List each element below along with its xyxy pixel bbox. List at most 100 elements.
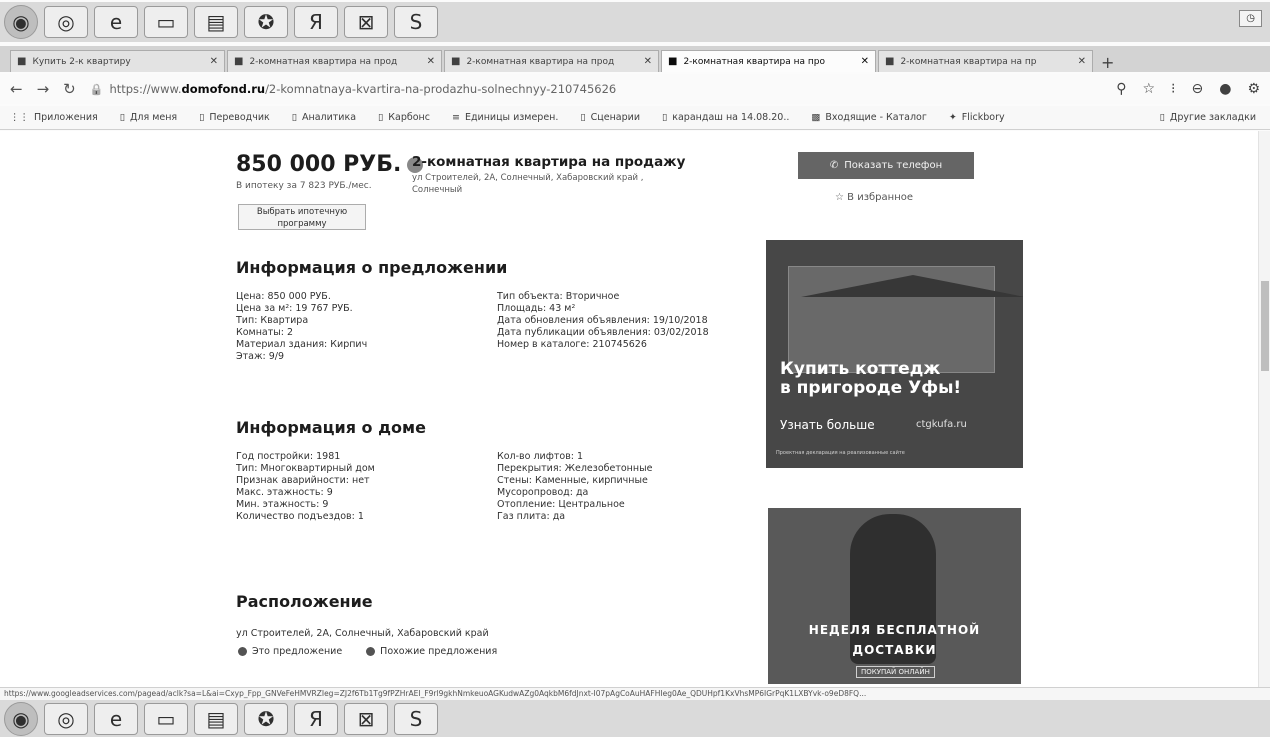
phone-icon: ✆ [829,160,839,171]
ad-headline-line: ДОСТАВКИ [852,643,937,657]
forward-icon[interactable]: → [37,80,50,98]
tab-2[interactable]: ■ 2-комнатная квартира на прод ✕ [227,50,442,72]
reload-icon[interactable]: ↻ [63,80,76,98]
status-url: https://www.googleadservices.com/pagead/… [0,687,1270,700]
legend-label: Похожие предложения [380,646,498,657]
ad-headline-line: НЕДЕЛЯ БЕСПЛАТНОЙ [808,623,981,637]
location-address: ул Строителей, 2А, Солнечный, Хабаровски… [236,628,489,639]
account-icon[interactable]: ⊖ [1191,81,1203,97]
folder-icon[interactable]: ▭ [144,6,188,38]
marker-icon [238,647,247,656]
house-field: Мин. этажность: 9 [236,499,329,510]
url-domain: domofond.ru [181,82,266,96]
star-icon: ☆ [835,192,844,203]
scrollbar[interactable] [1258,131,1270,687]
yandex-icon[interactable]: Я [294,702,338,735]
bookmark-item[interactable]: ▯ карандаш на 14.08.20.. [662,112,789,123]
tab-3[interactable]: ■ 2-комнатная квартира на прод ✕ [444,50,659,72]
tab-strip: ■ Купить 2-к квартиру ✕ ■ 2-комнатная кварт… [0,46,1270,72]
show-phone-button[interactable]: ✆ Показать телефон [798,152,974,179]
tab-4-active[interactable]: ■ 2-комнатная квартира на про ✕ [661,50,876,72]
house-field: Кол-во лифтов: 1 [497,451,584,462]
house-heading: Информация о доме [236,418,426,437]
favorite-link[interactable]: ☆ В избранное [835,192,913,203]
bookmark-item[interactable]: ✦ Flickbory [949,112,1005,123]
house-field: Стены: Каменные, кирпичные [497,475,648,486]
bookmark-label: Приложения [34,112,98,123]
ad-more-link[interactable]: Узнать больше [780,418,875,432]
ad-fine-print: Проектная декларация на реализованные са… [776,450,905,456]
bookmark-item[interactable]: ▯ Для меня [120,112,177,123]
back-icon[interactable]: ← [10,80,23,98]
chrome-icon[interactable]: ◎ [44,702,88,735]
bookmark-item[interactable]: ▯ Аналитика [292,112,356,123]
scrollbar-thumb[interactable] [1261,281,1269,371]
extension-icon[interactable]: ⁝ [1171,81,1175,97]
bookmark-other[interactable]: ▯ Другие закладки [1160,112,1256,123]
skype-icon[interactable]: S [394,702,438,735]
house-field: Год постройки: 1981 [236,451,341,462]
bookmark-item[interactable]: ▩ Входящие - Каталог [811,112,926,123]
close-icon[interactable]: ✕ [427,56,435,67]
ie-icon[interactable]: e [94,702,138,735]
offer-heading: Информация о предложении [236,258,508,277]
offer-field: Площадь: 43 м² [497,303,576,314]
yandex-icon[interactable]: Я [294,6,338,38]
bookmark-apps[interactable]: ⋮⋮ Приложения [10,112,98,123]
tab-label: 2-комнатная квартира на про [683,56,825,67]
bookmark-item[interactable]: ▯ Сценарии [580,112,640,123]
tab-label: Купить 2-к квартиру [32,56,131,67]
tab-1[interactable]: ■ Купить 2-к квартиру ✕ [10,50,225,72]
offer-field: Тип: Квартира [236,315,309,326]
house-field: Тип: Многоквартирный дом [236,463,375,474]
close-icon[interactable]: ✕ [1078,56,1086,67]
tab-5[interactable]: ■ 2-комнатная квартира на пр ✕ [878,50,1093,72]
chrome-icon[interactable]: ◎ [44,6,88,38]
start-icon[interactable]: ◉ [4,701,38,736]
bookmark-label: Переводчик [209,112,270,123]
excel-icon[interactable]: ⊠ [344,6,388,38]
ad-site: ctgkufa.ru [916,419,967,430]
search-icon[interactable]: ⚲ [1116,81,1126,97]
start-icon[interactable]: ◉ [4,5,38,39]
ie-icon[interactable]: e [94,6,138,38]
media-icon[interactable]: ✪ [244,702,288,735]
excel-icon[interactable]: ⊠ [344,702,388,735]
legend-similar[interactable]: Похожие предложения [366,646,497,657]
mortgage-note: В ипотеку за 7 823 РУБ./мес. [236,181,372,191]
bookmark-item[interactable]: ▯ Переводчик [199,112,270,123]
ad-banner-cottage[interactable]: Купить коттедж в пригороде Уфы! Узнать бо… [766,240,1023,468]
close-icon[interactable]: ✕ [644,56,652,67]
new-tab-icon[interactable]: + [1101,53,1114,72]
opera-icon[interactable]: ● [1219,81,1231,97]
ad-banner-delivery[interactable]: НЕДЕЛЯ БЕСПЛАТНОЙ ДОСТАВКИ ПОКУПАЙ ОНЛАЙН [768,508,1021,684]
ad-cta[interactable]: ПОКУПАЙ ОНЛАЙН [856,666,935,678]
ad-headline: НЕДЕЛЯ БЕСПЛАТНОЙ ДОСТАВКИ [768,620,1021,660]
offer-field: Цена за м²: 19 767 РУБ. [236,303,353,314]
show-phone-label: Показать телефон [844,160,943,171]
star-icon[interactable]: ☆ [1142,81,1155,97]
house-right-list: Кол-во лифтов: 1 Перекрытия: Железобетон… [497,451,652,523]
close-icon[interactable]: ✕ [210,56,218,67]
close-icon[interactable]: ✕ [861,56,869,67]
folder-icon: ▯ [378,112,384,123]
bookmark-item[interactable]: ≡ Единицы измерен. [452,112,558,123]
legend-this[interactable]: Это предложение [238,646,342,657]
tray-clock-icon[interactable]: ◷ [1239,10,1262,27]
skype-icon[interactable]: S [394,6,438,38]
bookmark-label: Аналитика [302,112,357,123]
mortgage-program-button[interactable]: Выбрать ипотечную программу [238,204,366,230]
house-field: Признак аварийности: нет [236,475,370,486]
settings-icon[interactable]: ⚙ [1247,81,1260,97]
folder-icon: ▯ [199,112,205,123]
url-input[interactable]: https://www.domofond.ru/2-komnatnaya-kva… [109,82,616,96]
pin-icon: ✦ [948,112,957,123]
bookmark-item[interactable]: ▯ Карбонс [378,112,430,123]
document-icon[interactable]: ▤ [194,6,238,38]
folder-icon[interactable]: ▭ [144,702,188,735]
folder-icon: ▯ [291,112,297,123]
document-icon[interactable]: ▤ [194,702,238,735]
offer-field: Материал здания: Кирпич [236,339,368,350]
bookmark-label: Карбонс [388,112,430,123]
media-icon[interactable]: ✪ [244,6,288,38]
